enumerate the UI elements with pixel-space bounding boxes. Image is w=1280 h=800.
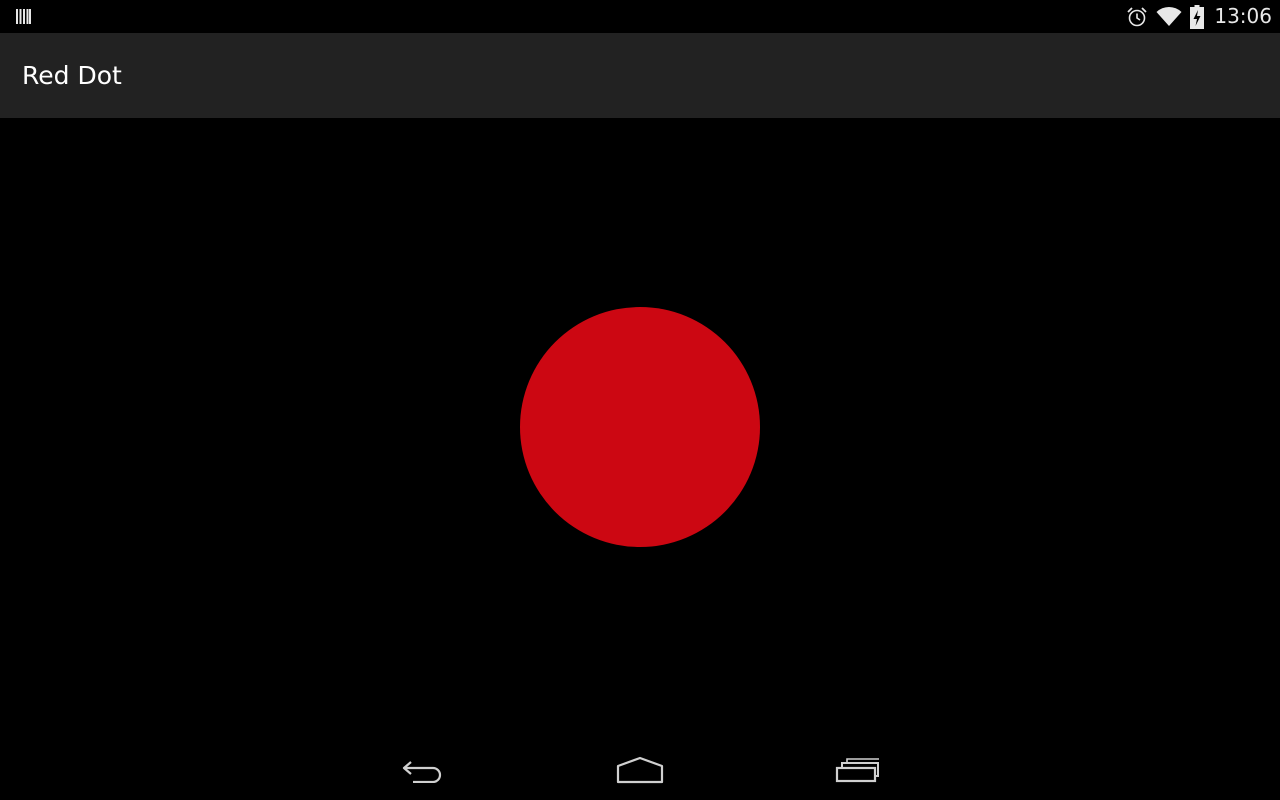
back-icon: [402, 761, 442, 783]
action-bar: Red Dot: [0, 33, 1280, 118]
alarm-icon: [1127, 6, 1147, 26]
home-icon: [616, 756, 664, 784]
app-title: Red Dot: [22, 61, 122, 90]
status-time: 13:06: [1214, 4, 1272, 28]
notification-icon[interactable]: [16, 9, 31, 24]
device-screen: 13:06 Red Dot: [0, 0, 1280, 800]
recent-apps-icon: [835, 758, 879, 783]
main-content[interactable]: [0, 118, 1280, 740]
navigation-bar: [0, 740, 1280, 800]
status-bar: 13:06: [0, 0, 1280, 33]
home-button[interactable]: [590, 740, 690, 800]
battery-charging-icon: [1190, 4, 1205, 29]
status-icons: 13:06: [1126, 0, 1272, 33]
recent-apps-button[interactable]: [807, 740, 907, 800]
red-dot[interactable]: [520, 307, 760, 547]
wifi-icon: [1156, 6, 1182, 26]
back-button[interactable]: [374, 740, 474, 800]
